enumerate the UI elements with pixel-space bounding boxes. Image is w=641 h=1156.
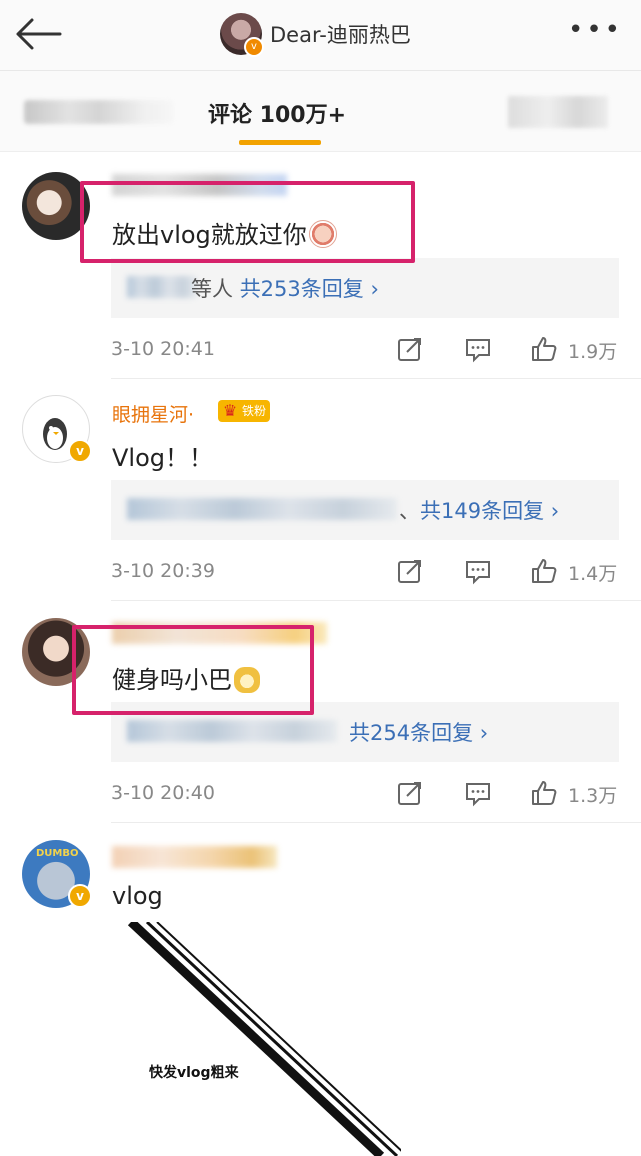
reply-summary[interactable]: 等人 共253条回复 › — [111, 258, 619, 318]
divider — [111, 378, 641, 379]
comment-icon[interactable] — [464, 335, 492, 363]
comment-actions: 1.9万 — [392, 335, 622, 365]
comment-text: vlog — [112, 882, 163, 910]
tab-reposts[interactable] — [24, 100, 174, 124]
divider — [111, 600, 641, 601]
comment-actions: 1.3万 — [392, 779, 622, 809]
back-arrow-icon[interactable] — [14, 16, 62, 52]
tab-comments[interactable]: 评论 100万+ — [208, 97, 346, 129]
profile-title[interactable]: v Dear-迪丽热巴 — [220, 12, 411, 57]
comment-time: 3-10 20:39 — [111, 560, 215, 582]
comment-image[interactable]: 快发vlog粗来 — [111, 922, 401, 1156]
comment-icon[interactable] — [464, 779, 492, 807]
reply-count-link[interactable]: 共149条回复 › — [420, 499, 559, 523]
like-count: 1.9万 — [568, 341, 618, 363]
reply-summary[interactable]: 、共149条回复 › — [111, 480, 619, 540]
username-blurred[interactable] — [112, 846, 277, 868]
reply-count-link[interactable]: 共254条回复 › — [349, 721, 488, 745]
more-dots-icon[interactable]: ••• — [568, 17, 623, 43]
like-count: 1.4万 — [568, 563, 618, 585]
comment-actions: 1.4万 — [392, 557, 622, 587]
comment-text: Vlog！！ — [112, 444, 214, 472]
repost-icon[interactable] — [396, 335, 424, 363]
reply-count-link[interactable]: 共253条回复 › — [240, 277, 379, 301]
avatar[interactable]: v — [22, 395, 92, 463]
comment-time: 3-10 20:40 — [111, 782, 215, 804]
comment-time: 3-10 20:41 — [111, 338, 215, 360]
verified-icon: v — [68, 884, 92, 908]
verified-icon: v — [68, 439, 92, 463]
avatar: v — [220, 13, 264, 57]
repost-icon[interactable] — [396, 557, 424, 585]
verified-icon: v — [244, 37, 264, 57]
username[interactable]: 眼拥星河· — [112, 400, 194, 427]
like-count: 1.3万 — [568, 785, 618, 807]
tab-active-indicator — [239, 140, 321, 145]
avatar-label: DUMBO — [36, 848, 79, 859]
crown-icon: ♛ — [222, 401, 238, 420]
diagonal-sticks-image — [127, 922, 401, 1156]
divider — [111, 822, 641, 823]
comment-item: v 眼拥星河· ♛ 铁粉 Vlog！！ 、共149条回复 › 3-10 20:39… — [0, 380, 641, 600]
repost-icon[interactable] — [396, 779, 424, 807]
like-icon[interactable] — [530, 335, 558, 363]
avatar[interactable]: DUMBO v — [22, 840, 92, 908]
highlight-box — [72, 625, 314, 715]
page-title: Dear-迪丽热巴 — [270, 23, 411, 47]
comment-icon[interactable] — [464, 557, 492, 585]
image-caption: 快发vlog粗来 — [149, 1065, 239, 1081]
like-icon[interactable] — [530, 779, 558, 807]
tab-likes[interactable] — [508, 96, 608, 128]
top-bar: v Dear-迪丽热巴 ••• — [0, 0, 641, 71]
fan-badge: ♛ 铁粉 — [218, 400, 271, 422]
highlight-box — [80, 181, 415, 263]
like-icon[interactable] — [530, 557, 558, 585]
